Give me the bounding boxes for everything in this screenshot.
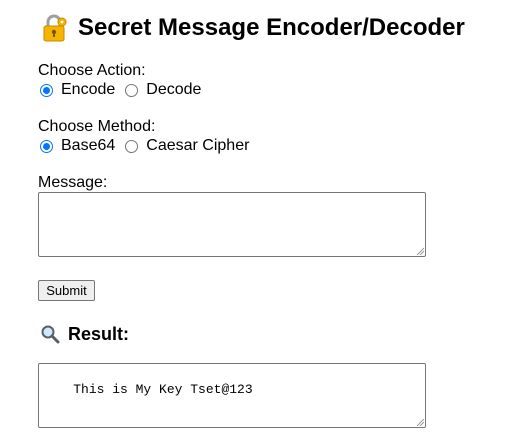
result-header: Result: xyxy=(40,322,129,346)
decode-label[interactable]: Decode xyxy=(146,81,201,99)
result-output[interactable]: This is My Key Tset@123 xyxy=(38,363,426,428)
caesar-cipher-label[interactable]: Caesar Cipher xyxy=(146,137,249,155)
encode-label[interactable]: Encode xyxy=(61,81,115,99)
action-label: Choose Action: xyxy=(38,62,146,79)
result-title: Result: xyxy=(68,324,130,344)
submit-button[interactable]: Submit xyxy=(38,280,95,301)
method-label: Choose Method: xyxy=(38,118,156,135)
caesar-cipher-radio[interactable] xyxy=(125,139,139,153)
encode-radio[interactable] xyxy=(40,83,53,97)
magnifying-glass-icon xyxy=(40,324,60,344)
app-page: Secret Message Encoder/Decoder Choose Ac… xyxy=(0,0,515,435)
decode-radio[interactable] xyxy=(125,83,139,97)
page-title: Secret Message Encoder/Decoder xyxy=(78,14,465,41)
action-radio-group: Encode Decode xyxy=(40,81,211,99)
base64-radio[interactable] xyxy=(40,139,53,153)
method-radio-group: Base64 Caesar Cipher xyxy=(40,137,259,155)
header: Secret Message Encoder/Decoder xyxy=(39,12,465,44)
result-text: This is My Key Tset@123 xyxy=(73,382,253,397)
locked-with-key-icon xyxy=(39,13,69,43)
base64-label[interactable]: Base64 xyxy=(61,137,115,155)
resize-grip-icon[interactable] xyxy=(416,418,424,426)
resize-grip-icon[interactable] xyxy=(416,247,424,255)
message-label: Message: xyxy=(38,174,108,191)
message-input[interactable] xyxy=(38,192,426,257)
